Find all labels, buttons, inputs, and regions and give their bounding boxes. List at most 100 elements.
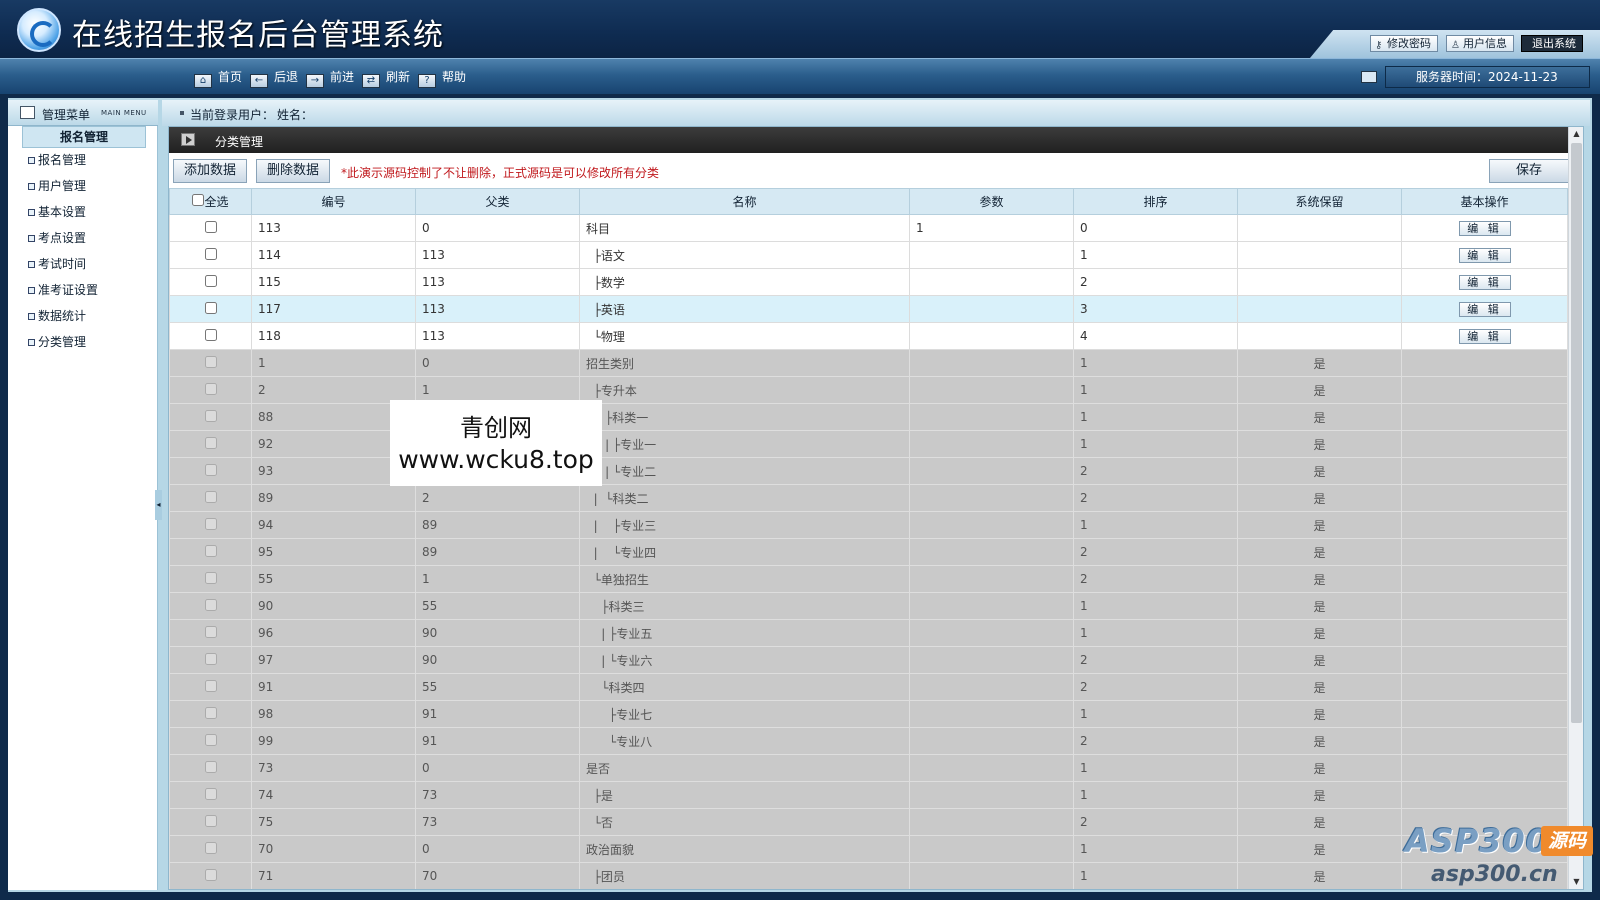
table-row[interactable]: 95 89 | └专业四 2 是: [169, 538, 1568, 566]
cell-actions: 编 辑: [1401, 214, 1568, 242]
row-checkbox[interactable]: [204, 733, 217, 746]
logout-button[interactable]: 退出系统: [1521, 35, 1583, 52]
cell-parent: 91: [415, 700, 580, 728]
edit-button[interactable]: 编 辑: [1458, 274, 1511, 290]
row-checkbox[interactable]: [204, 652, 217, 665]
table-row[interactable]: 96 90 | ├专业五 1 是: [169, 619, 1568, 647]
toolbar-forward[interactable]: → 前进: [306, 68, 354, 88]
cell-param: [909, 457, 1074, 485]
table-row[interactable]: 99 91 └专业八 2 是: [169, 727, 1568, 755]
row-checkbox[interactable]: [204, 490, 217, 503]
cell-actions: [1401, 457, 1568, 485]
row-checkbox[interactable]: [204, 814, 217, 827]
delete-data-button[interactable]: 删除数据: [256, 159, 331, 183]
edit-button[interactable]: 编 辑: [1458, 328, 1511, 344]
table-row[interactable]: 97 90 | └专业六 2 是: [169, 646, 1568, 674]
table-row[interactable]: 117 113 ├英语 3 编 辑: [169, 295, 1568, 323]
cell-reserved: 是: [1237, 511, 1402, 539]
scrollbar-thumb[interactable]: [1571, 143, 1582, 723]
table-row[interactable]: 55 1 └单独招生 2 是: [169, 565, 1568, 593]
row-checkbox[interactable]: [204, 760, 217, 773]
sidebar-item-basic-settings[interactable]: 基本设置: [28, 203, 86, 221]
row-checkbox[interactable]: [204, 301, 217, 314]
scroll-up-arrow-icon[interactable]: ▲: [1569, 127, 1583, 141]
row-checkbox[interactable]: [204, 409, 217, 422]
row-checkbox[interactable]: [204, 247, 217, 260]
table-row[interactable]: 71 70 ├团员 1 是: [169, 862, 1568, 889]
row-checkbox[interactable]: [204, 436, 217, 449]
table-row[interactable]: 98 91 ├专业七 1 是: [169, 700, 1568, 728]
sidebar-item-categories[interactable]: 分类管理: [28, 333, 86, 351]
row-checkbox[interactable]: [204, 787, 217, 800]
add-data-button[interactable]: 添加数据: [173, 159, 248, 183]
cell-reserved: 是: [1237, 808, 1402, 836]
sidebar-item-exam-sites[interactable]: 考点设置: [28, 229, 86, 247]
sidebar-item-admission-ticket[interactable]: 准考证设置: [28, 281, 98, 299]
watermark-brand-tag: 源码: [1541, 826, 1593, 856]
cell-actions: 编 辑: [1401, 322, 1568, 350]
sidebar-group-header[interactable]: 报名管理: [22, 126, 146, 148]
table-row[interactable]: 114 113 ├语文 1 编 辑: [169, 241, 1568, 269]
table-row[interactable]: 74 73 ├是 1 是: [169, 781, 1568, 809]
user-info-button[interactable]: ♙ 用户信息: [1446, 35, 1514, 52]
table-row[interactable]: 91 55 └科类四 2 是: [169, 673, 1568, 701]
edit-button[interactable]: 编 辑: [1458, 301, 1511, 317]
sidebar-collapse-toggle[interactable]: ◂: [155, 490, 162, 520]
cell-param: [909, 268, 1074, 296]
row-checkbox[interactable]: [204, 382, 217, 395]
row-checkbox[interactable]: [204, 625, 217, 638]
sidebar-item-statistics[interactable]: 数据统计: [28, 307, 86, 325]
change-password-button[interactable]: ⚷ 修改密码: [1370, 35, 1438, 52]
table-row[interactable]: 21 ├专升本 1 是: [169, 376, 1568, 404]
row-checkbox[interactable]: [204, 328, 217, 341]
row-checkbox[interactable]: [204, 274, 217, 287]
table-row[interactable]: 94 89 | ├专业三 1 是: [169, 511, 1568, 539]
table-row[interactable]: 1 0 招生类别 1 是: [169, 349, 1568, 377]
cell-parent: 113: [415, 241, 580, 269]
toolbar-help[interactable]: ? 帮助: [418, 68, 466, 88]
vertical-scrollbar[interactable]: ▲ ▼: [1568, 127, 1583, 889]
table-row[interactable]: 73 0 是否 1 是: [169, 754, 1568, 782]
table-row[interactable]: 92 | ├专业一 1 是: [169, 430, 1568, 458]
row-checkbox[interactable]: [204, 517, 217, 530]
sidebar-item-exam-time[interactable]: 考试时间: [28, 255, 86, 273]
row-checkbox[interactable]: [204, 679, 217, 692]
row-select-cell: [169, 862, 252, 889]
table-row[interactable]: 90 55 ├科类三 1 是: [169, 592, 1568, 620]
save-button[interactable]: 保存: [1489, 159, 1569, 183]
table-row[interactable]: 75 73 └否 2 是: [169, 808, 1568, 836]
row-checkbox[interactable]: [204, 355, 217, 368]
cell-sort: 0: [1073, 214, 1238, 242]
edit-button[interactable]: 编 辑: [1458, 220, 1511, 236]
row-select-cell: [169, 727, 252, 755]
table-row[interactable]: 115 113 ├数学 2 编 辑: [169, 268, 1568, 296]
table-row[interactable]: 118 113 └物理 4 编 辑: [169, 322, 1568, 350]
cell-name: 是否: [579, 754, 910, 782]
table-row[interactable]: 113 0 科目 1 0 编 辑: [169, 214, 1568, 242]
sidebar-item-registration[interactable]: 报名管理: [28, 151, 86, 169]
cell-param: [909, 835, 1074, 863]
row-checkbox[interactable]: [204, 220, 217, 233]
cell-name: | └专业二: [579, 457, 910, 485]
toolbar-back[interactable]: ← 后退: [250, 68, 298, 88]
cell-id: 118: [251, 322, 416, 350]
sidebar-item-users[interactable]: 用户管理: [28, 177, 86, 195]
row-checkbox[interactable]: [204, 571, 217, 584]
cell-sort: 1: [1073, 619, 1238, 647]
row-checkbox[interactable]: [204, 463, 217, 476]
toolbar-home[interactable]: ⌂ 首页: [194, 68, 242, 88]
table-row[interactable]: 88 ├科类一 1 是: [169, 403, 1568, 431]
row-checkbox[interactable]: [204, 544, 217, 557]
cell-actions: [1401, 646, 1568, 674]
row-checkbox[interactable]: [204, 706, 217, 719]
cell-param: [909, 322, 1074, 350]
toolbar-refresh[interactable]: ⇄ 刷新: [362, 68, 410, 88]
table-row[interactable]: 70 0 政治面貌 1 是: [169, 835, 1568, 863]
row-checkbox[interactable]: [204, 841, 217, 854]
row-checkbox[interactable]: [204, 868, 217, 881]
table-row[interactable]: 89 2 | └科类二 2 是: [169, 484, 1568, 512]
row-checkbox[interactable]: [204, 598, 217, 611]
select-all-checkbox[interactable]: [192, 194, 205, 206]
table-row[interactable]: 93 | └专业二 2 是: [169, 457, 1568, 485]
edit-button[interactable]: 编 辑: [1458, 247, 1511, 263]
